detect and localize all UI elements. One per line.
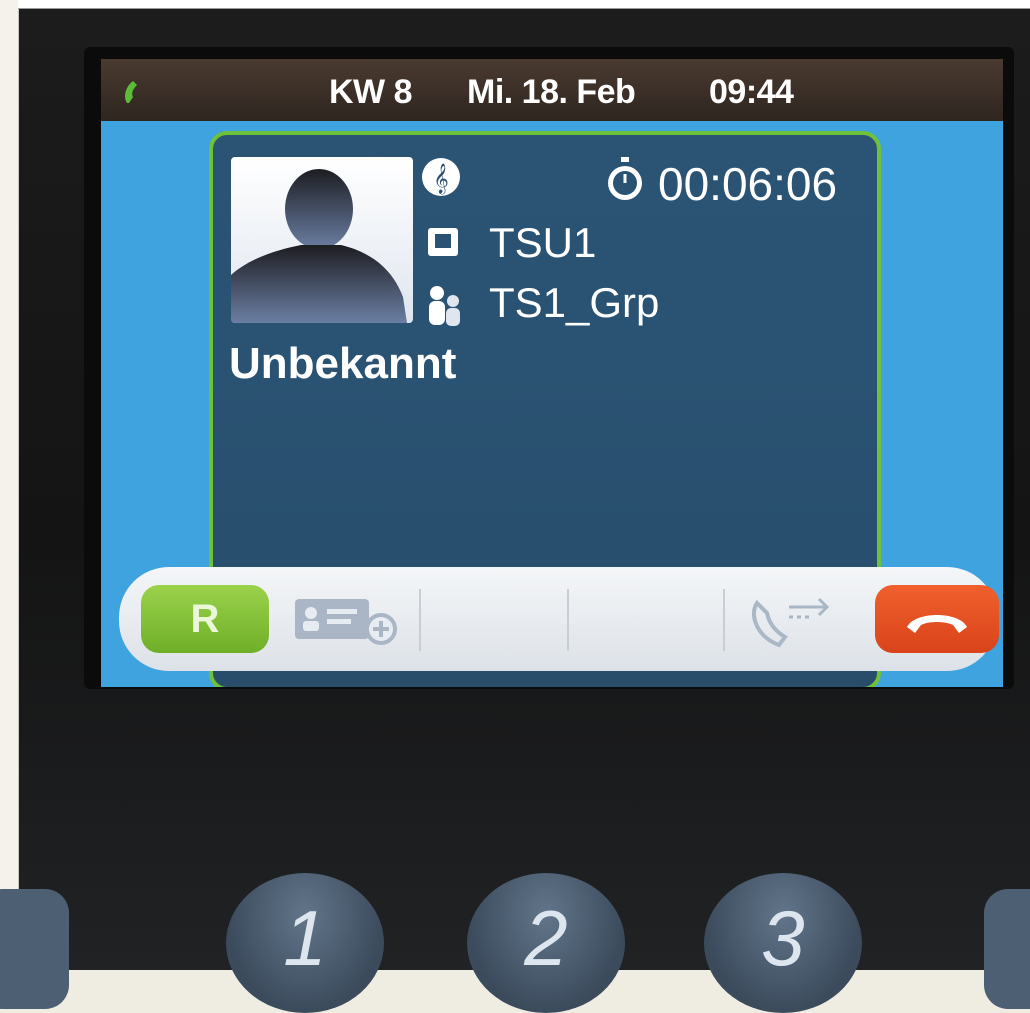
- key-3[interactable]: 3: [704, 873, 862, 1013]
- unknown-person-silhouette: [231, 169, 407, 323]
- call-duration: 00:06:06: [658, 158, 838, 210]
- stopwatch-icon: [608, 157, 642, 200]
- forward-call-button[interactable]: [739, 585, 839, 653]
- empty-softkey[interactable]: [577, 585, 717, 653]
- line-name: TSU1: [489, 219, 597, 266]
- caller-name: Unbekannt: [229, 339, 457, 388]
- recall-button[interactable]: R: [141, 585, 269, 653]
- softkey-divider: [723, 589, 725, 651]
- phone-handset-icon: [125, 81, 137, 103]
- avatar: [231, 157, 413, 323]
- line-icon: [428, 228, 458, 256]
- svg-text:𝄞: 𝄞: [433, 163, 448, 195]
- top-page-frame: [18, 0, 1030, 9]
- call-forward-icon: [751, 597, 830, 648]
- desk-phone: KW 8 Mi. 18. Feb 09:44 𝄞 00:06:06 TSU1 T…: [0, 9, 1030, 1013]
- treble-clef-icon: 𝄞: [422, 158, 460, 196]
- phone-display: KW 8 Mi. 18. Feb 09:44 𝄞 00:06:06 TSU1 T…: [101, 59, 1003, 687]
- add-contact-button[interactable]: [289, 585, 409, 653]
- keypad: 1 2 3: [0, 859, 1030, 1013]
- group-icon: [429, 286, 460, 326]
- key-2[interactable]: 2: [467, 873, 625, 1013]
- softkey-bar: R: [119, 567, 999, 671]
- empty-softkey[interactable]: [431, 585, 561, 653]
- date-label: Mi. 18. Feb: [467, 73, 636, 111]
- hang-up-icon: [907, 615, 967, 633]
- key-1[interactable]: 1: [226, 873, 384, 1013]
- right-side-key[interactable]: [984, 889, 1030, 1009]
- left-page-frame: [0, 0, 19, 970]
- hang-up-button[interactable]: [875, 585, 999, 653]
- add-contact-icon: [295, 599, 397, 645]
- calendar-week: KW 8: [329, 73, 413, 111]
- status-bar: KW 8 Mi. 18. Feb 09:44: [101, 59, 1003, 121]
- clock: 09:44: [709, 73, 794, 111]
- softkey-divider: [567, 589, 569, 651]
- left-side-key[interactable]: [0, 889, 69, 1009]
- softkey-divider: [419, 589, 421, 651]
- group-name: TS1_Grp: [489, 279, 660, 326]
